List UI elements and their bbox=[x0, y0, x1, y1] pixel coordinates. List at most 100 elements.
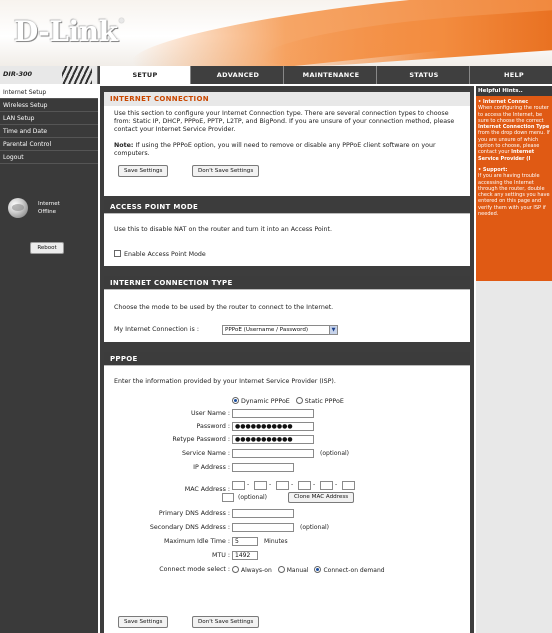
sidebar-item-wireless-setup[interactable]: Wireless Setup bbox=[0, 99, 98, 112]
mac-address-label: MAC Address : bbox=[184, 486, 230, 493]
tab-help[interactable]: HELP bbox=[476, 66, 552, 84]
clone-mac-button[interactable]: Clone MAC Address bbox=[288, 492, 355, 503]
tab-advanced[interactable]: ADVANCED bbox=[193, 66, 284, 84]
mtu-input[interactable]: 1492 bbox=[232, 551, 258, 560]
always-on-radio[interactable] bbox=[232, 566, 239, 573]
enable-access-point-label: Enable Access Point Mode bbox=[124, 251, 206, 258]
help-hint-support-title: • Support: bbox=[478, 166, 508, 173]
mac-octet-0[interactable] bbox=[222, 493, 234, 502]
internet-connection-title: INTERNET CONNECTION bbox=[104, 92, 470, 106]
access-point-panel: ACCESS POINT MODE Use this to disable NA… bbox=[104, 200, 470, 266]
pppoe-panel: PPPOE Enter the information provided by … bbox=[104, 352, 470, 633]
ip-address-label: IP Address : bbox=[193, 464, 230, 471]
password-input[interactable]: ●●●●●●●●●●● bbox=[232, 422, 314, 431]
help-hint-connection-text: When configuring the router to access th… bbox=[478, 105, 549, 124]
globe-icon bbox=[8, 198, 28, 218]
mac-octet-4[interactable] bbox=[298, 481, 311, 490]
model-name: DIR-300 bbox=[3, 70, 33, 78]
ip-address-input[interactable] bbox=[232, 463, 294, 472]
mtu-label: MTU : bbox=[211, 552, 230, 559]
password-row: Password : ●●●●●●●●●●● bbox=[104, 422, 470, 433]
retype-password-input[interactable]: ●●●●●●●●●●● bbox=[232, 435, 314, 444]
mac-sep: - bbox=[247, 481, 250, 488]
note-text: If using the PPPoE option, you will need… bbox=[114, 142, 436, 157]
connect-on-demand-radio[interactable] bbox=[314, 566, 322, 573]
enable-access-point-row: Enable Access Point Mode bbox=[114, 250, 206, 259]
internet-status-label: Internet Offline bbox=[38, 200, 88, 216]
pppoe-note: Note: If using the PPPoE option, you wil… bbox=[114, 142, 464, 158]
always-on-label: Always-on bbox=[241, 567, 272, 574]
service-name-label: Service Name : bbox=[182, 450, 230, 457]
chevron-down-icon: ▼ bbox=[329, 326, 337, 334]
help-panel: Helpful Hints.. • Internet Connec When c… bbox=[476, 86, 552, 633]
pppoe-title: PPPOE bbox=[104, 352, 470, 366]
logo-text: D-Link bbox=[14, 15, 118, 48]
user-name-input[interactable] bbox=[232, 409, 314, 418]
mac-sep: - bbox=[269, 481, 272, 488]
mac-sep: - bbox=[335, 481, 338, 488]
sidebar-item-lan-setup[interactable]: LAN Setup bbox=[0, 112, 98, 125]
connection-type-label: My Internet Connection is : bbox=[114, 326, 199, 333]
manual-radio[interactable] bbox=[277, 566, 285, 573]
help-hint-connection-title: • Internet Connec bbox=[478, 99, 529, 105]
primary-dns-row: Primary DNS Address : bbox=[104, 509, 470, 520]
tab-setup[interactable]: SETUP bbox=[100, 66, 191, 84]
help-body: • Internet Connec When configuring the r… bbox=[476, 96, 552, 281]
mac-octet-1[interactable] bbox=[232, 481, 245, 490]
password-label: Password : bbox=[196, 423, 230, 430]
enable-access-point-checkbox[interactable] bbox=[114, 250, 121, 257]
help-hint-support-text: If you are having trouble accessing the … bbox=[478, 173, 550, 218]
sidebar-item-internet-setup[interactable]: Internet Setup bbox=[0, 86, 98, 99]
mac-optional-note: (optional) bbox=[238, 494, 267, 501]
tab-maintenance[interactable]: MAINTENANCE bbox=[286, 66, 377, 84]
connection-type-panel: INTERNET CONNECTION TYPE Choose the mode… bbox=[104, 276, 470, 342]
primary-dns-label: Primary DNS Address : bbox=[158, 510, 230, 517]
dont-save-settings-button-bottom[interactable]: Don't Save Settings bbox=[192, 616, 260, 628]
connection-type-title: INTERNET CONNECTION TYPE bbox=[104, 276, 470, 290]
retype-password-label: Retype Password : bbox=[172, 436, 230, 443]
mac-octet-6[interactable] bbox=[342, 481, 355, 490]
dynamic-pppoe-label: Dynamic PPPoE bbox=[241, 398, 290, 405]
mac-octet-5[interactable] bbox=[320, 481, 333, 490]
save-settings-button-top[interactable]: Save Settings bbox=[118, 165, 169, 177]
mac-address-row: MAC Address : - - - - - bbox=[104, 481, 470, 493]
tab-status[interactable]: STATUS bbox=[379, 66, 470, 84]
internet-connection-intro: Use this section to configure your Inter… bbox=[114, 110, 455, 133]
service-name-input[interactable] bbox=[232, 449, 314, 458]
connect-mode-options: Always-on Manual Connect-on demand bbox=[232, 566, 385, 574]
access-point-title: ACCESS POINT MODE bbox=[104, 200, 470, 214]
secondary-dns-label: Secondary DNS Address : bbox=[149, 524, 230, 531]
connect-mode-label: Connect mode select : bbox=[159, 566, 230, 573]
sidebar-item-time-and-date[interactable]: Time and Date bbox=[0, 125, 98, 138]
help-hint-support: • Support: If you are having trouble acc… bbox=[478, 167, 550, 217]
primary-dns-input[interactable] bbox=[232, 509, 294, 518]
dont-save-settings-button-top[interactable]: Don't Save Settings bbox=[192, 165, 260, 177]
pppoe-desc: Enter the information provided by your I… bbox=[114, 378, 336, 385]
connect-mode-row: Connect mode select : Always-on Manual C… bbox=[104, 565, 470, 576]
save-settings-button-bottom[interactable]: Save Settings bbox=[118, 616, 169, 628]
secondary-dns-input[interactable] bbox=[232, 523, 294, 532]
ip-address-row: IP Address : bbox=[104, 463, 470, 474]
connection-type-select[interactable]: PPPoE (Username / Password) ▼ bbox=[222, 325, 338, 335]
sidebar: Internet Setup Wireless Setup LAN Setup … bbox=[0, 86, 98, 633]
top-nav: DIR-300 SETUP ADVANCED MAINTENANCE STATU… bbox=[0, 66, 552, 84]
reboot-button[interactable]: Reboot bbox=[30, 242, 64, 254]
model-badge: DIR-300 bbox=[0, 66, 98, 84]
idle-time-row: Maximum Idle Time : 5 Minutes bbox=[104, 537, 470, 548]
status-line-offline: Offline bbox=[38, 209, 57, 215]
pppoe-mode-row: Dynamic PPPoE Static PPPoE bbox=[232, 397, 344, 406]
connection-type-desc: Choose the mode to be used by the router… bbox=[114, 304, 334, 311]
sidebar-item-parental-control[interactable]: Parental Control bbox=[0, 138, 98, 151]
sidebar-item-logout[interactable]: Logout bbox=[0, 151, 98, 164]
mac-options-row: (optional) Clone MAC Address bbox=[104, 492, 470, 504]
internet-connection-panel: INTERNET CONNECTION Use this section to … bbox=[104, 92, 470, 196]
idle-time-input[interactable]: 5 bbox=[232, 537, 258, 546]
static-pppoe-radio[interactable] bbox=[295, 397, 303, 404]
mac-octet-3[interactable] bbox=[276, 481, 289, 490]
mac-octet-2[interactable] bbox=[254, 481, 267, 490]
service-name-optional: (optional) bbox=[320, 450, 349, 457]
mac-sep: - bbox=[291, 481, 294, 488]
user-name-label: User Name : bbox=[190, 410, 230, 417]
dynamic-pppoe-radio[interactable] bbox=[232, 397, 239, 404]
access-point-desc: Use this to disable NAT on the router an… bbox=[114, 226, 332, 233]
